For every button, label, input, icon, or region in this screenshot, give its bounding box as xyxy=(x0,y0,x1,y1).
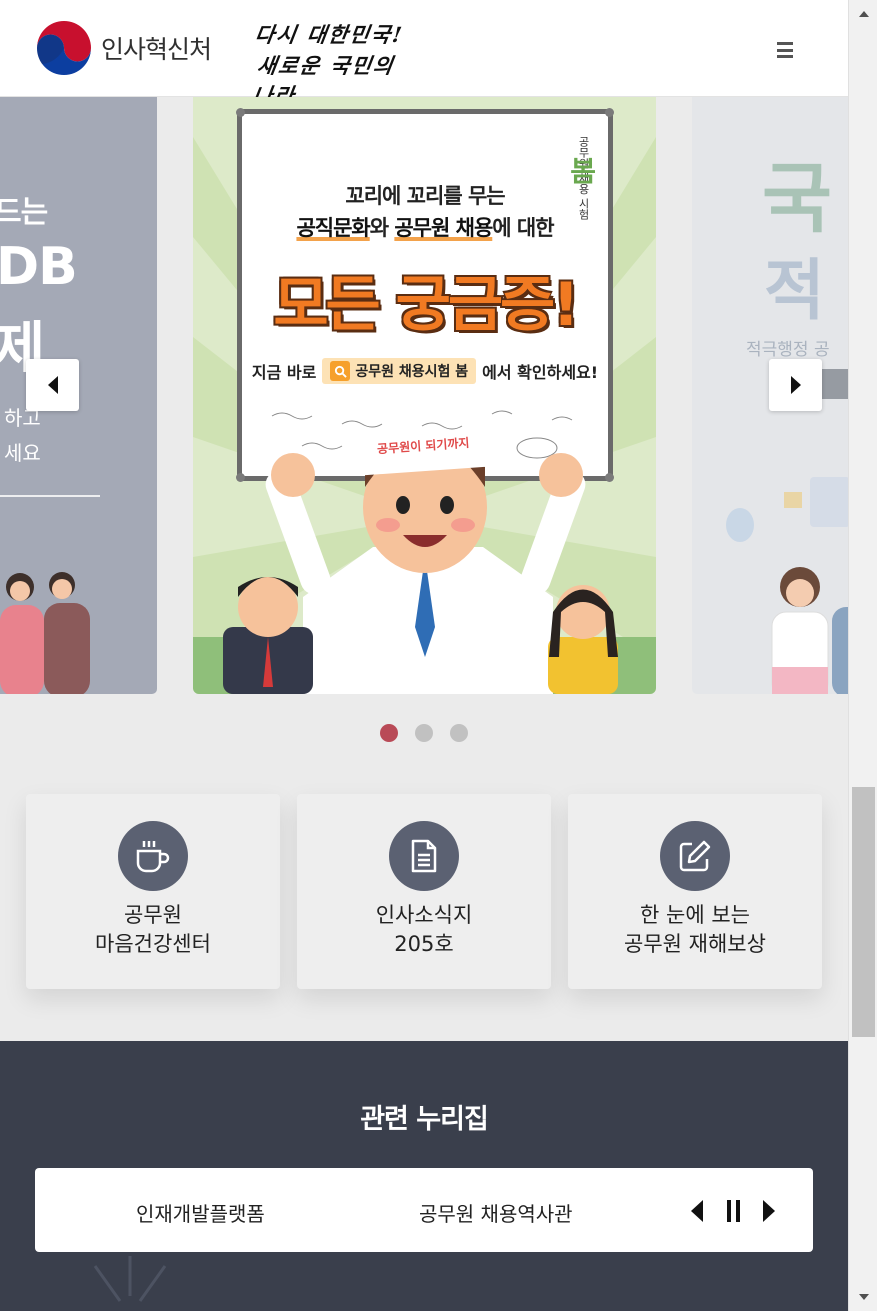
caret-up-icon xyxy=(858,11,869,17)
slide-text: 적극행정 공 xyxy=(746,340,830,360)
related-site-link[interactable]: 공무원 채용역사관 xyxy=(419,1198,573,1227)
slide-line3: 지금 바로 공무원 채용시험 봄 에서 확인하세요! xyxy=(242,358,608,384)
people-illustration xyxy=(0,572,90,694)
card-label-line1: 한 눈에 보는 xyxy=(640,903,750,927)
line3-suffix: 에서 확인하세요! xyxy=(482,363,599,382)
card-label-line1: 공무원 xyxy=(124,903,182,927)
site-header: 인사혁신처 다시 대한민국! 새로운 국민의 나라 xyxy=(0,0,848,108)
quick-link-newsletter[interactable]: 인사소식지 205호 xyxy=(297,794,551,989)
office-illustration xyxy=(726,477,848,694)
related-site-link[interactable]: 인재개발플랫폼 xyxy=(136,1198,265,1227)
slide-text: 적 xyxy=(764,252,825,329)
connector-text: 와 xyxy=(369,216,395,240)
scroll-up-button[interactable] xyxy=(849,0,877,28)
search-icon xyxy=(330,361,351,381)
pagination-dot-2[interactable] xyxy=(415,724,433,742)
pause-icon[interactable] xyxy=(723,1198,743,1224)
coffee-cup-icon xyxy=(118,821,188,891)
edit-icon xyxy=(660,821,730,891)
taegeuk-logo-icon xyxy=(36,21,91,75)
scroll-down-button[interactable] xyxy=(849,1283,877,1311)
caret-down-icon xyxy=(858,1294,869,1300)
slide-headline: 모든 궁금증! xyxy=(273,270,579,340)
emphasis-text: 공직문화 xyxy=(296,216,370,240)
related-prev-button[interactable] xyxy=(689,1198,705,1224)
slide-text: 국 xyxy=(762,154,832,243)
related-sites-bar: 인재개발플랫폼 공무원 채용역사관 xyxy=(35,1168,813,1252)
slide-text: DB xyxy=(0,237,78,297)
carousel-pagination xyxy=(380,724,468,742)
card-label-line1: 인사소식지 xyxy=(375,903,473,927)
slide-line2: 공직문화와 공무원 채용에 대한 xyxy=(242,212,608,242)
site-logo[interactable]: 인사혁신처 xyxy=(36,20,212,76)
search-badge: 공무원 채용시험 봄 xyxy=(322,358,477,384)
related-next-button[interactable] xyxy=(761,1198,777,1224)
slide-text: 드는 xyxy=(0,195,48,230)
caret-left-icon xyxy=(691,1200,703,1222)
slogan-line1: 다시 대한민국! xyxy=(253,22,406,47)
banner-carousel: 드는 DB 제 하고 세요 공무원 채용 시험 봄 꼬리에 꼬리를 무는 공직문… xyxy=(0,97,848,772)
card-label-line2: 205호 xyxy=(394,932,454,956)
document-icon xyxy=(389,821,459,891)
slide-divider xyxy=(0,495,100,497)
slide-line1: 꼬리에 꼬리를 무는 xyxy=(345,184,505,208)
pagination-dot-3[interactable] xyxy=(450,724,468,742)
card-label-line2: 공무원 재해보상 xyxy=(624,932,766,956)
caret-right-icon xyxy=(790,376,801,394)
banner-slide-active[interactable]: 공무원 채용 시험 봄 꼬리에 꼬리를 무는 공직문화와 공무원 채용에 대한 … xyxy=(193,97,656,694)
quick-links: 공무원 마음건강센터 인사소식지 205호 한 눈에 보는 공무원 재해보상 xyxy=(0,772,848,1040)
search-badge-label: 공무원 채용시험 봄 xyxy=(355,364,469,380)
carousel-next-button[interactable] xyxy=(769,359,822,411)
vertical-scrollbar[interactable] xyxy=(848,0,877,1311)
line3-prefix: 지금 바로 xyxy=(251,363,317,382)
section-title: 관련 누리집 xyxy=(360,1104,489,1135)
quick-link-mental-health[interactable]: 공무원 마음건강센터 xyxy=(26,794,280,989)
quick-link-accident-compensation[interactable]: 한 눈에 보는 공무원 재해보상 xyxy=(568,794,822,989)
related-sites: 관련 누리집 인재개발플랫폼 공무원 채용역사관 xyxy=(0,1041,848,1311)
card-label-line2: 마음건강센터 xyxy=(95,932,211,956)
emphasis-text: 공무원 채용 xyxy=(394,216,493,240)
slide-text: 세요 xyxy=(4,441,41,465)
org-name: 인사혁신처 xyxy=(101,35,212,64)
carousel-prev-button[interactable] xyxy=(26,359,79,411)
hamburger-menu-icon[interactable] xyxy=(770,38,800,62)
connector-text: 에 대한 xyxy=(492,216,554,240)
caret-left-icon xyxy=(47,376,58,394)
scrollbar-thumb[interactable] xyxy=(852,787,875,1037)
burst-decoration xyxy=(93,1256,167,1302)
pagination-dot-1[interactable] xyxy=(380,724,398,742)
caret-right-icon xyxy=(763,1200,775,1222)
